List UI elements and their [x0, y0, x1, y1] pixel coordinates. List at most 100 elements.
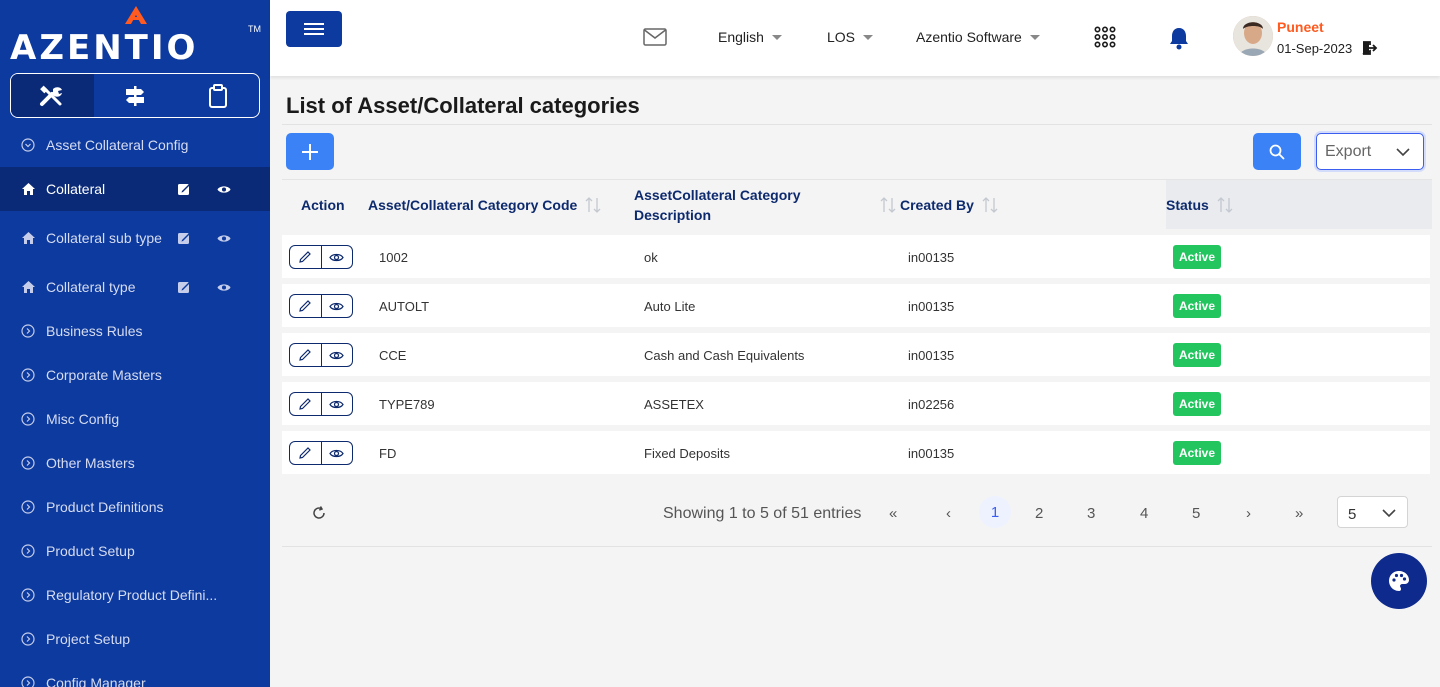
pencil-icon — [299, 251, 312, 263]
top-bar: English LOS Azentio Software Puneet 01-S… — [270, 0, 1440, 76]
table-row: CCE Cash and Cash Equivalents in00135 Ac… — [282, 333, 1430, 376]
column-header-created-by[interactable]: Created By — [900, 195, 998, 215]
last-page-button[interactable]: » — [1295, 505, 1303, 522]
sidebar-item-product-setup[interactable]: Product Setup — [0, 529, 270, 573]
sidebar-item-label: Misc Config — [46, 410, 120, 427]
chevron-circle-icon — [20, 499, 36, 515]
row-actions — [289, 343, 353, 367]
page-2-button[interactable]: 2 — [1035, 505, 1043, 522]
refresh-icon — [313, 506, 325, 519]
refresh-button[interactable] — [311, 505, 327, 526]
cell-code: 1002 — [379, 250, 408, 265]
page-4-button[interactable]: 4 — [1140, 505, 1148, 522]
sidebar-item-label: Collateral sub type — [46, 229, 162, 246]
avatar[interactable] — [1233, 16, 1273, 56]
sidebar-item-asset-collateral-config[interactable]: Asset Collateral Config — [0, 123, 270, 167]
cell-description: Auto Lite — [644, 299, 696, 314]
palette-icon — [1389, 571, 1409, 591]
brand-name: AZENTIO — [10, 28, 199, 68]
prev-page-button[interactable]: ‹ — [946, 505, 951, 522]
edit-icon[interactable] — [177, 280, 191, 294]
next-page-button[interactable]: › — [1246, 505, 1251, 522]
sidebar-item-other-masters[interactable]: Other Masters — [0, 441, 270, 485]
sidebar-item-label: Project Setup — [46, 630, 131, 647]
eye-icon[interactable] — [217, 182, 231, 196]
tools-icon — [40, 85, 63, 106]
sidebar-item-label: Collateral type — [46, 278, 136, 295]
search-button[interactable] — [1253, 133, 1301, 170]
notifications-button[interactable] — [1168, 26, 1190, 55]
column-header-description[interactable]: AssetCollateral Category Description — [634, 185, 834, 225]
page-5-button[interactable]: 5 — [1192, 505, 1200, 522]
edit-button[interactable] — [290, 442, 321, 464]
sidebar-item-config-manager[interactable]: Config Manager — [0, 661, 270, 687]
table-row: TYPE789 ASSETEX in02256 Active — [282, 382, 1430, 425]
cell-created-by: in00135 — [908, 299, 955, 314]
sidebar-item-collateral-type[interactable]: Collateral type — [0, 265, 270, 309]
caret-down-icon — [863, 34, 874, 40]
sort-icon[interactable] — [1217, 196, 1233, 214]
edit-button[interactable] — [290, 295, 321, 317]
sidebar-item-collateral[interactable]: Collateral — [0, 167, 270, 211]
view-button[interactable] — [320, 295, 353, 317]
sidebar-item-corporate-masters[interactable]: Corporate Masters — [0, 353, 270, 397]
column-header-code[interactable]: Asset/Collateral Category Code — [368, 195, 601, 215]
logout-button[interactable] — [1362, 41, 1378, 60]
tab-signpost[interactable] — [94, 74, 177, 117]
edit-button[interactable] — [290, 344, 321, 366]
column-header-label: Created By — [900, 197, 974, 213]
edit-icon[interactable] — [177, 231, 191, 245]
export-dropdown[interactable]: Export — [1316, 133, 1424, 170]
sidebar-item-business-rules[interactable]: Business Rules — [0, 309, 270, 353]
sort-icon[interactable] — [585, 196, 601, 214]
view-button[interactable] — [320, 344, 353, 366]
page-size-select[interactable]: 5 — [1337, 496, 1408, 528]
page-1-button[interactable]: 1 — [979, 496, 1011, 528]
mail-button[interactable] — [643, 28, 667, 51]
sidebar-item-regulatory-product-definitions[interactable]: Regulatory Product Defini... — [0, 573, 270, 617]
add-button[interactable] — [286, 133, 334, 170]
eye-icon[interactable] — [217, 280, 231, 294]
company-dropdown[interactable]: Azentio Software — [916, 29, 1040, 45]
logout-icon — [1362, 41, 1378, 55]
page-3-button[interactable]: 3 — [1087, 505, 1095, 522]
tab-clipboard[interactable] — [176, 74, 259, 117]
user-name[interactable]: Puneet — [1277, 19, 1324, 35]
view-button[interactable] — [320, 442, 353, 464]
chevron-circle-icon — [20, 137, 36, 153]
language-dropdown[interactable]: English — [718, 29, 782, 45]
eye-icon[interactable] — [217, 231, 231, 245]
tab-tools[interactable] — [11, 74, 94, 117]
edit-icon[interactable] — [177, 182, 191, 196]
chevron-circle-icon — [20, 675, 36, 687]
chevron-circle-icon — [20, 455, 36, 471]
azentio-logo[interactable]: AZENTIO TM — [10, 6, 261, 68]
cell-created-by: in02256 — [908, 397, 955, 412]
edit-button[interactable] — [290, 393, 321, 415]
theme-palette-button[interactable] — [1371, 553, 1427, 609]
plus-icon — [302, 143, 318, 160]
sidebar-item-label: Regulatory Product Defini... — [46, 586, 218, 603]
row-actions — [289, 441, 353, 465]
sidebar-item-misc-config[interactable]: Misc Config — [0, 397, 270, 441]
sidebar: AZENTIO TM Asset Collateral Config Colla… — [0, 0, 270, 687]
edit-button[interactable] — [290, 246, 321, 268]
chevron-circle-icon — [20, 631, 36, 647]
sidebar-item-product-definitions[interactable]: Product Definitions — [0, 485, 270, 529]
status-badge: Active — [1173, 245, 1222, 269]
view-button[interactable] — [320, 393, 353, 415]
sidebar-item-collateral-sub-type[interactable]: Collateral sub type — [0, 211, 270, 265]
mail-icon — [643, 28, 667, 46]
first-page-button[interactable]: « — [889, 505, 897, 522]
module-dropdown[interactable]: LOS — [827, 29, 874, 45]
caret-down-icon — [771, 34, 782, 40]
hamburger-menu-button[interactable] — [286, 11, 342, 47]
sidebar-item-project-setup[interactable]: Project Setup — [0, 617, 270, 661]
table-row: FD Fixed Deposits in00135 Active — [282, 431, 1430, 474]
user-date: 01-Sep-2023 — [1277, 41, 1353, 56]
sort-icon[interactable] — [982, 196, 998, 214]
apps-grid-button[interactable] — [1094, 26, 1116, 53]
sort-icon[interactable] — [880, 196, 896, 214]
column-header-status[interactable]: Status — [1166, 195, 1233, 215]
view-button[interactable] — [320, 246, 353, 268]
